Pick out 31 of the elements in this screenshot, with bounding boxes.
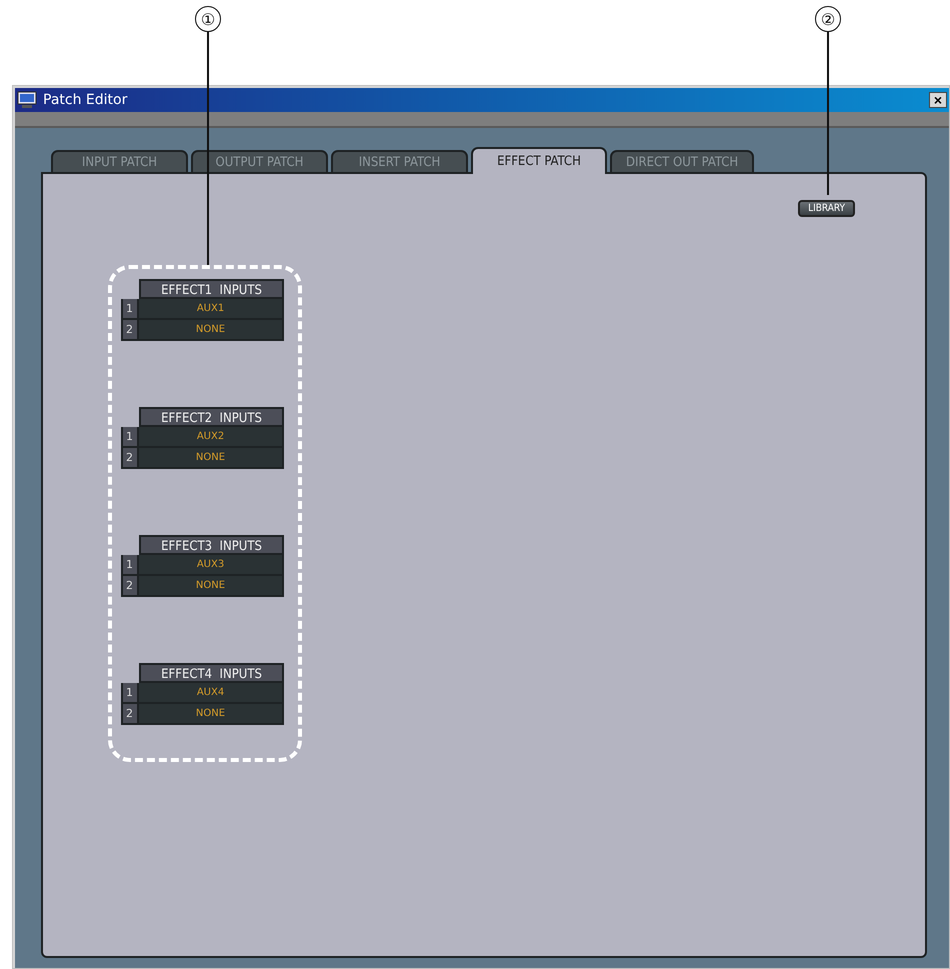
input-source-field[interactable]: NONE [139,704,284,725]
input-source-field[interactable]: AUX1 [139,299,284,320]
callout-number: ② [815,6,841,32]
input-number: 1 [121,427,139,448]
callout-number: ① [195,6,221,32]
close-button[interactable]: × [929,92,947,108]
input-source-field[interactable]: AUX3 [139,555,284,576]
input-source-field[interactable]: AUX2 [139,427,284,448]
input-source-field[interactable]: AUX4 [139,683,284,704]
tab[interactable]: OUTPUT PATCH [191,150,328,172]
input-number: 2 [121,448,139,469]
input-number: 1 [121,683,139,704]
tab[interactable]: EFFECT PATCH [471,147,607,174]
input-source-field[interactable]: NONE [139,320,284,341]
tab[interactable]: DIRECT OUT PATCH [610,150,754,172]
app-icon [17,91,37,109]
input-number: 2 [121,320,139,341]
input-number: 2 [121,576,139,597]
tab[interactable]: INPUT PATCH [51,150,188,172]
library-button[interactable]: LIBRARY [798,200,855,217]
effect-inputs-header: EFFECT3 INPUTS [139,535,284,555]
tab[interactable]: INSERT PATCH [331,150,468,172]
input-number: 1 [121,299,139,320]
effect-inputs-header: EFFECT4 INPUTS [139,663,284,683]
effect-inputs-header: EFFECT1 INPUTS [139,279,284,299]
input-source-field[interactable]: NONE [139,576,284,597]
window-title: Patch Editor [43,92,128,108]
input-number: 2 [121,704,139,725]
effect-inputs-header: EFFECT2 INPUTS [139,407,284,427]
input-number: 1 [121,555,139,576]
input-source-field[interactable]: NONE [139,448,284,469]
